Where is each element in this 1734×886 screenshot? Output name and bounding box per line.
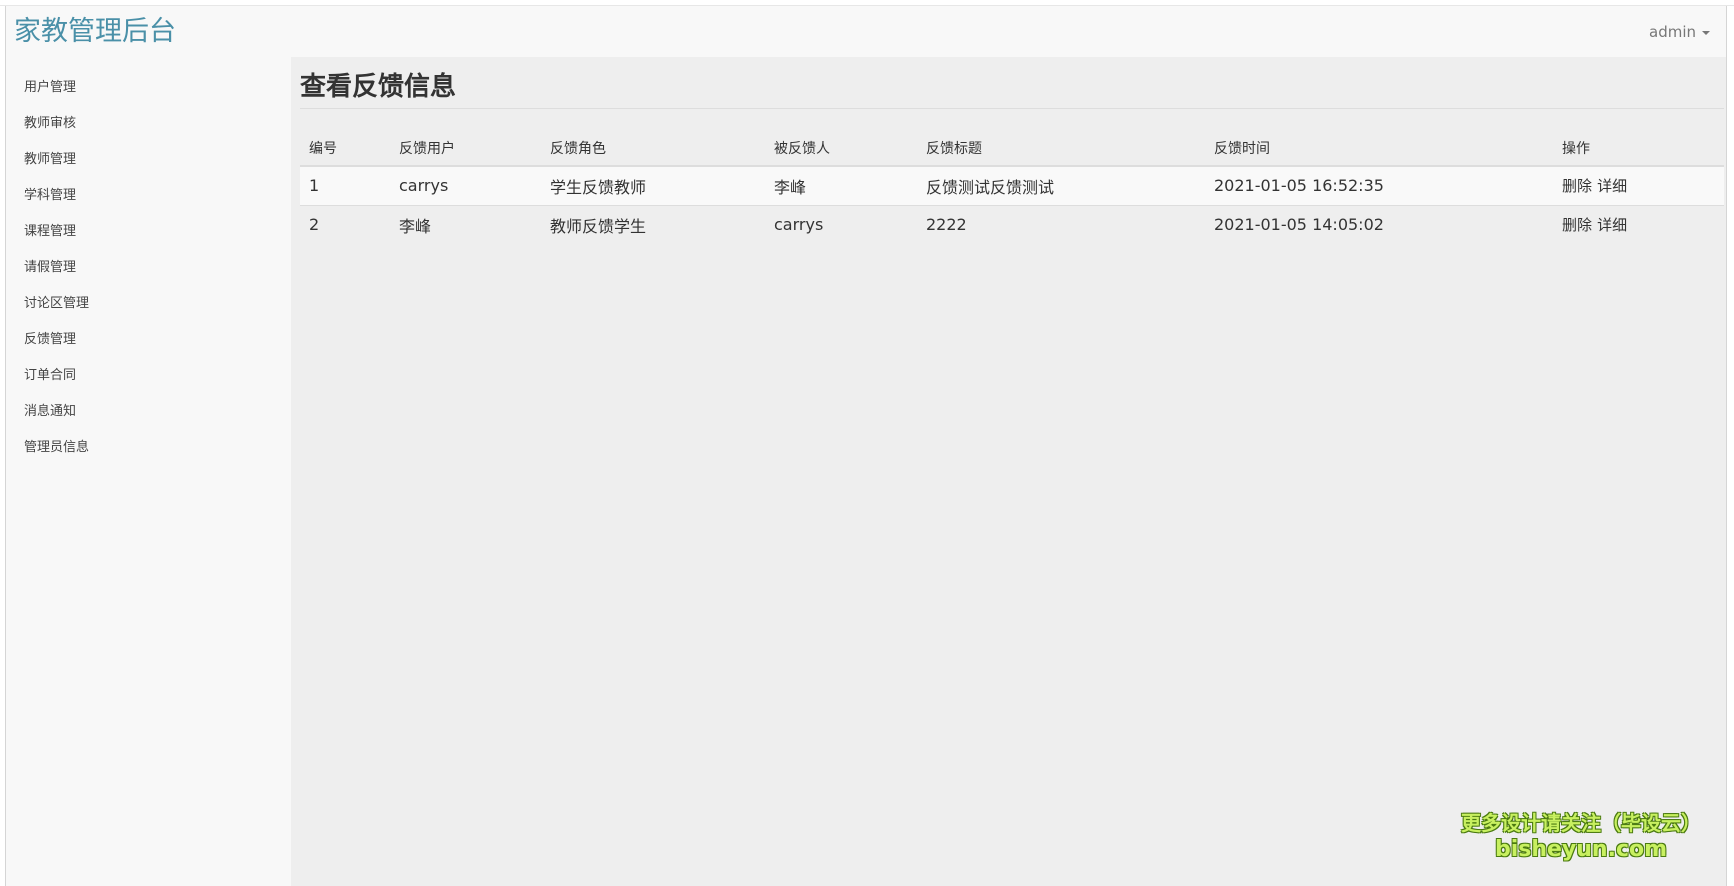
right-scrollbar[interactable]: [1726, 6, 1734, 886]
column-header-id: 编号: [300, 131, 390, 167]
delete-link[interactable]: 删除: [1562, 177, 1592, 195]
column-header-target: 被反馈人: [765, 131, 917, 167]
cell-actions: 删除 详细: [1553, 165, 1724, 205]
user-name: admin: [1649, 23, 1696, 41]
cell-role: 教师反馈学生: [541, 204, 765, 244]
sidebar-item-orders[interactable]: 订单合同: [24, 367, 76, 385]
page-title: 查看反馈信息: [300, 72, 457, 102]
sidebar-item-subjects[interactable]: 学科管理: [24, 187, 76, 205]
cell-user: carrys: [390, 165, 541, 205]
table-row: 2 李峰 教师反馈学生 carrys 2222 2021-01-05 14:05…: [300, 204, 1724, 244]
cell-subject: 2222: [917, 204, 1205, 244]
feedback-table: 编号 反馈用户 反馈角色 被反馈人 反馈标题 反馈时间 操作 1 carrys …: [300, 131, 1724, 244]
main-content: 查看反馈信息 编号 反馈用户 反馈角色 被反馈人 反馈标题 反馈时间 操作 1 …: [291, 57, 1726, 886]
sidebar-item-leave[interactable]: 请假管理: [24, 259, 76, 277]
cell-id: 1: [300, 165, 390, 205]
cell-time: 2021-01-05 16:52:35: [1205, 165, 1553, 205]
sidebar-item-feedback[interactable]: 反馈管理: [24, 331, 76, 349]
column-header-subject: 反馈标题: [917, 131, 1205, 167]
sidebar-item-courses[interactable]: 课程管理: [24, 223, 76, 241]
column-header-time: 反馈时间: [1205, 131, 1553, 167]
cell-user: 李峰: [390, 204, 541, 244]
user-menu-dropdown[interactable]: admin: [1649, 22, 1710, 42]
title-divider: [300, 108, 1724, 109]
sidebar-item-teacher-review[interactable]: 教师审核: [24, 115, 76, 133]
column-header-user: 反馈用户: [390, 131, 541, 167]
sidebar: 用户管理 教师审核 教师管理 学科管理 课程管理 请假管理 讨论区管理 反馈管理…: [7, 57, 291, 886]
column-header-actions: 操作: [1553, 131, 1724, 167]
watermark-line-2: bisheyun.com: [1494, 837, 1668, 862]
delete-link[interactable]: 删除: [1562, 216, 1592, 234]
cell-target: 李峰: [765, 165, 917, 205]
caret-down-icon: [1702, 31, 1710, 35]
sidebar-item-users[interactable]: 用户管理: [24, 79, 76, 97]
cell-role: 学生反馈教师: [541, 165, 765, 205]
cell-id: 2: [300, 204, 390, 244]
cell-subject: 反馈测试反馈测试: [917, 165, 1205, 205]
sidebar-item-forum[interactable]: 讨论区管理: [24, 295, 89, 313]
table-row: 1 carrys 学生反馈教师 李峰 反馈测试反馈测试 2021-01-05 1…: [300, 165, 1724, 205]
cell-target: carrys: [765, 204, 917, 244]
brand-title[interactable]: 家教管理后台: [14, 16, 176, 48]
app-window: 家教管理后台 admin 用户管理 教师审核 教师管理 学科管理 课程管理 请假…: [0, 0, 1734, 886]
sidebar-item-admin-info[interactable]: 管理员信息: [24, 439, 89, 457]
table-header-row: 编号 反馈用户 反馈角色 被反馈人 反馈标题 反馈时间 操作: [300, 131, 1724, 167]
sidebar-item-notifications[interactable]: 消息通知: [24, 403, 76, 421]
left-edge-strip: [0, 6, 6, 886]
detail-link[interactable]: 详细: [1597, 216, 1627, 234]
top-navbar: 家教管理后台 admin: [7, 6, 1726, 57]
detail-link[interactable]: 详细: [1597, 177, 1627, 195]
watermark: 更多设计请关注（毕设云） bisheyun.com: [1451, 810, 1711, 864]
sidebar-item-teachers[interactable]: 教师管理: [24, 151, 76, 169]
cell-time: 2021-01-05 14:05:02: [1205, 204, 1553, 244]
watermark-line-1: 更多设计请关注（毕设云）: [1461, 811, 1701, 835]
column-header-role: 反馈角色: [541, 131, 765, 167]
cell-actions: 删除 详细: [1553, 204, 1724, 244]
